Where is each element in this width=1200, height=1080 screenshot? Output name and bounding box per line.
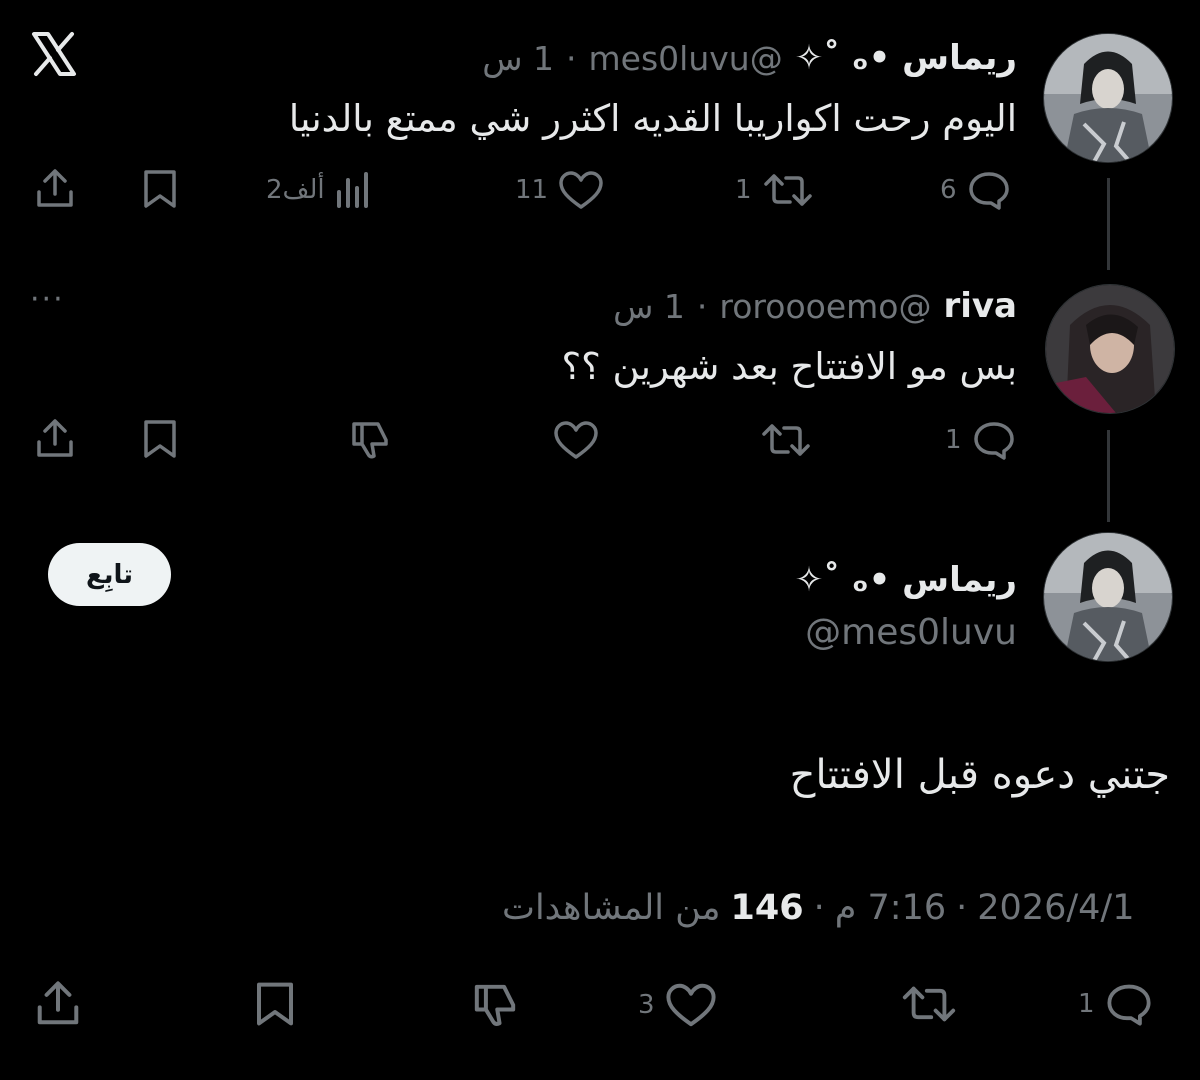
share-icon [37,419,73,457]
dislike-action[interactable] [470,980,520,1030]
display-name[interactable]: ريماس •ₒ ˚✧ [795,38,1017,78]
reply-count: 1 [945,425,962,455]
user-handle[interactable]: @roroooemo [719,287,931,326]
reply-icon [1107,984,1151,1026]
tweet-text: جتني دعوه قبل الافتتاح [789,752,1170,798]
retweet-action[interactable]: 1 [735,170,814,210]
follow-button[interactable]: تابِع [48,543,171,606]
avatar-riva[interactable] [1045,284,1175,414]
like-action[interactable]: 3 [638,982,717,1028]
separator-dot: · [566,38,577,78]
x-logo-icon[interactable] [30,30,78,78]
retweet-action[interactable] [900,982,958,1026]
bookmark-action[interactable] [140,418,180,460]
reply-count: 1 [1078,989,1095,1019]
separator-dot: · [813,888,825,928]
retweet-icon [762,424,810,456]
user-handle[interactable]: @mes0luvu [589,39,783,78]
tweet-text: بس مو الافتتاح بعد شهرين ؟؟ [561,345,1017,388]
more-options-icon[interactable]: ··· [30,282,65,317]
user-handle[interactable]: @mes0luvu [805,612,1017,653]
reply-action[interactable]: 1 [1078,982,1153,1026]
thumbs-down-icon [352,422,388,459]
share-action[interactable] [34,980,82,1028]
display-name[interactable]: ريماس •ₒ ˚✧ [795,560,1017,600]
retweet-action[interactable] [760,420,812,460]
tweet-date: 2026/4/1 [977,888,1135,928]
heart-icon [554,421,598,459]
thread-connector-2 [1107,430,1110,522]
reply-icon [973,422,1014,460]
views-label: من المشاهدات [502,888,721,928]
like-action[interactable]: 11 [515,170,604,210]
heart-icon [559,171,603,209]
heart-icon [665,983,716,1027]
tweet2-header: riva @roroooemo · 1 س [613,286,1017,326]
separator-dot: · [696,286,708,326]
thumbs-down-icon [474,984,516,1026]
tweet-time[interactable]: 1 س [482,39,554,78]
avatar-remas-focused[interactable] [1043,532,1173,662]
retweet-icon [902,986,956,1022]
bookmark-icon [144,170,176,208]
share-action[interactable] [34,168,76,210]
bookmark-action[interactable] [252,980,298,1028]
share-icon [37,169,73,207]
share-action[interactable] [34,418,76,460]
tweet-text: اليوم رحت اكواريبا القديه اكثرر شي ممتع … [288,97,1017,140]
tweet-time[interactable]: 1 س [613,287,685,326]
views-count[interactable]: 146 [731,888,804,928]
retweet-count: 1 [735,175,752,205]
tweet1-header: ريماس •ₒ ˚✧ @mes0luvu · 1 س [482,38,1017,78]
bookmark-icon [257,982,293,1026]
separator-dot: · [956,888,968,928]
bookmark-icon [144,420,176,458]
tweet-time: 7:16 م [834,888,947,928]
like-action[interactable] [553,420,599,460]
avatar-remas[interactable] [1043,33,1173,163]
reply-action[interactable]: 6 [940,170,1011,210]
retweet-icon [763,174,812,206]
dislike-action[interactable] [348,418,392,462]
bookmark-action[interactable] [140,168,180,210]
reply-count: 6 [940,175,957,205]
analytics-icon [336,172,368,208]
display-name[interactable]: riva [943,286,1017,326]
share-icon [37,981,79,1025]
like-count: 11 [515,175,549,205]
reply-icon [968,172,1009,210]
tweet-meta: من المشاهدات 146 · 7:16 م · 2026/4/1 [502,888,1134,928]
views-count: 2ألف [266,175,325,205]
thread-connector [1107,178,1110,270]
views-action[interactable]: 2ألف [266,170,371,210]
like-count: 3 [638,990,655,1020]
reply-action[interactable]: 1 [945,420,1016,460]
